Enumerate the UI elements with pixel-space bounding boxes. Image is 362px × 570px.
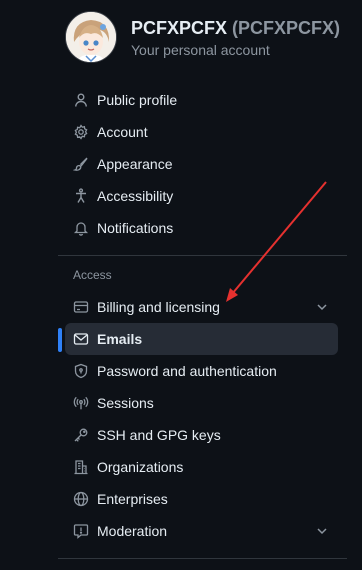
credit-card-icon (73, 299, 89, 315)
account-header: PCFXPCFX (PCFXPCFX) Your personal accoun… (65, 11, 340, 63)
chevron-down-icon[interactable] (314, 299, 330, 315)
sidebar-item-label: Sessions (97, 395, 154, 411)
username[interactable]: PCFXPCFX (131, 18, 227, 38)
sidebar-item-label: Moderation (97, 523, 168, 539)
sidebar-item-label: Emails (97, 331, 143, 347)
avatar[interactable] (65, 11, 117, 63)
sidebar-item-public-profile[interactable]: Public profile (65, 84, 338, 116)
sidebar-item-appearance[interactable]: Appearance (65, 148, 338, 180)
globe-icon (73, 491, 89, 507)
sidebar-item-label: Appearance (97, 156, 173, 172)
sidebar-item-password-and-authentication[interactable]: Password and authentication (65, 355, 338, 387)
gear-icon (73, 124, 89, 140)
sidebar-item-ssh-and-gpg-keys[interactable]: SSH and GPG keys (65, 419, 338, 451)
person-icon (73, 92, 89, 108)
sidebar-item-label: Enterprises (97, 491, 168, 507)
sidebar-item-label: SSH and GPG keys (97, 427, 221, 443)
shield-lock-icon (73, 363, 89, 379)
report-icon (73, 523, 89, 539)
sidebar-item-label: Password and authentication (97, 363, 277, 379)
organization-icon (73, 459, 89, 475)
sidebar-item-label: Billing and licensing (97, 299, 220, 315)
sidebar-item-label: Notifications (97, 220, 174, 236)
sidebar-item-organizations[interactable]: Organizations (65, 451, 338, 483)
account-subtitle: Your personal account (131, 41, 270, 58)
page-title: PCFXPCFX (PCFXPCFX) (131, 16, 340, 40)
sidebar-item-emails[interactable]: Emails (65, 323, 338, 355)
sidebar-item-moderation[interactable]: Moderation (65, 515, 338, 547)
sidebar-item-label: Organizations (97, 459, 184, 475)
sidebar-item-label: Account (97, 124, 148, 140)
chevron-down-icon[interactable] (314, 523, 330, 539)
sidebar-item-notifications[interactable]: Notifications (65, 212, 338, 244)
sidebar-divider (58, 558, 347, 559)
mail-icon (73, 331, 89, 347)
sidebar-item-label: Accessibility (97, 188, 174, 204)
accessibility-icon (73, 188, 89, 204)
sidebar-item-enterprises[interactable]: Enterprises (65, 483, 338, 515)
broadcast-icon (73, 395, 89, 411)
active-indicator (58, 328, 62, 352)
sidebar-item-accessibility[interactable]: Accessibility (65, 180, 338, 212)
sidebar-item-account[interactable]: Account (65, 116, 338, 148)
sidebar-divider (58, 255, 347, 256)
section-heading-access: Access (73, 268, 112, 282)
paintbrush-icon (73, 156, 89, 172)
sidebar-item-billing-and-licensing[interactable]: Billing and licensing (65, 291, 338, 323)
settings-sidebar: Public profile Account Appearance Access… (0, 84, 362, 570)
sidebar-item-label: Public profile (97, 92, 178, 108)
key-icon (73, 427, 89, 443)
sidebar-item-sessions[interactable]: Sessions (65, 387, 338, 419)
bell-icon (73, 220, 89, 236)
username-handle: (PCFXPCFX) (232, 17, 341, 38)
